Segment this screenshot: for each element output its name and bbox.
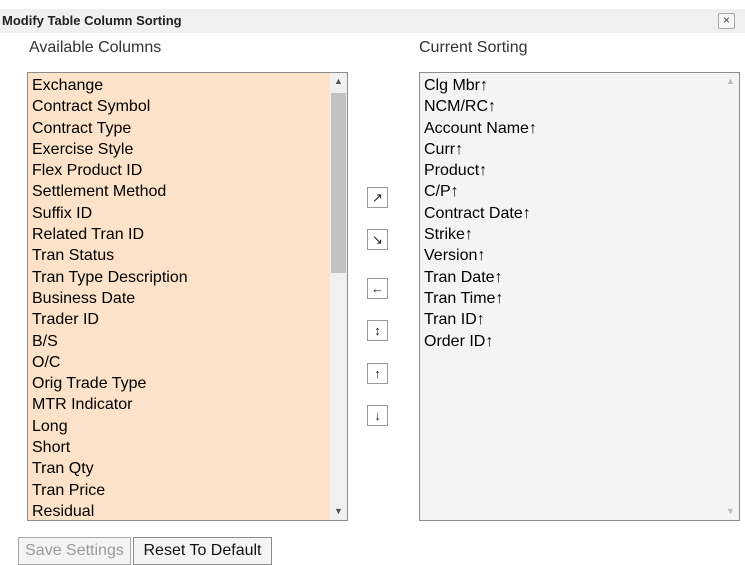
list-item[interactable]: Tran Date↑ xyxy=(424,267,537,288)
move-up-icon: ↑ xyxy=(374,366,381,381)
move-down-right-button[interactable]: ↘ xyxy=(367,229,388,250)
move-left-icon: ← xyxy=(371,281,384,296)
close-button[interactable]: × xyxy=(718,13,735,29)
move-up-right-icon: ↗ xyxy=(372,190,383,205)
scroll-up-icon[interactable]: ▲ xyxy=(722,73,739,90)
list-item[interactable]: Contract Type xyxy=(32,118,188,139)
list-item[interactable]: Product↑ xyxy=(424,160,537,181)
reset-to-default-button[interactable]: Reset To Default xyxy=(133,537,272,565)
current-sorting-list[interactable]: Clg Mbr↑ NCM/RC↑ Account Name↑ Curr↑ Product… xyxy=(419,72,740,521)
list-item[interactable]: Orig Trade Type xyxy=(32,373,188,394)
list-item[interactable]: Tran Time↑ xyxy=(424,288,537,309)
move-up-button[interactable]: ↑ xyxy=(367,363,388,384)
available-scrollbar[interactable]: ▲ ▼ xyxy=(330,73,347,520)
dialog-title: Modify Table Column Sorting xyxy=(2,13,182,28)
list-item[interactable]: B/S xyxy=(32,331,188,352)
toggle-direction-icon: ↕ xyxy=(374,323,381,338)
save-settings-button[interactable]: Save Settings xyxy=(18,537,131,565)
move-down-right-icon: ↘ xyxy=(372,232,383,247)
move-up-right-button[interactable]: ↗ xyxy=(367,187,388,208)
scroll-up-icon[interactable]: ▲ xyxy=(330,73,347,90)
scroll-thumb[interactable] xyxy=(331,93,346,273)
list-item[interactable]: Contract Symbol xyxy=(32,96,188,117)
list-item[interactable]: Settlement Method xyxy=(32,181,188,202)
available-columns-label: Available Columns xyxy=(29,39,162,56)
list-item[interactable]: Business Date xyxy=(32,288,188,309)
move-down-icon: ↓ xyxy=(374,408,381,423)
list-item[interactable]: Exercise Style xyxy=(32,139,188,160)
list-item[interactable]: Order ID↑ xyxy=(424,331,537,352)
list-item[interactable]: Short xyxy=(32,437,188,458)
list-item[interactable]: Clg Mbr↑ xyxy=(424,75,537,96)
list-item[interactable]: C/P↑ xyxy=(424,181,537,202)
list-item[interactable]: Flex Product ID xyxy=(32,160,188,181)
list-item[interactable]: NCM/RC↑ xyxy=(424,96,537,117)
list-item[interactable]: Suffix ID xyxy=(32,203,188,224)
available-items: Exchange Contract Symbol Contract Type Exer… xyxy=(32,75,188,520)
available-columns-list[interactable]: Exchange Contract Symbol Contract Type Exer… xyxy=(27,72,348,521)
list-item[interactable]: Version↑ xyxy=(424,245,537,266)
current-sorting-label: Current Sorting xyxy=(419,39,528,56)
list-item[interactable]: Account Name↑ xyxy=(424,118,537,139)
list-item[interactable]: O/C xyxy=(32,352,188,373)
modify-sorting-dialog: Modify Table Column Sorting × Available … xyxy=(0,0,745,565)
close-icon: × xyxy=(722,13,730,27)
list-item[interactable]: Strike↑ xyxy=(424,224,537,245)
move-left-button[interactable]: ← xyxy=(367,278,388,299)
list-item[interactable]: Tran Qty xyxy=(32,458,188,479)
list-item[interactable]: MTR Indicator xyxy=(32,394,188,415)
list-item[interactable]: Tran Type Description xyxy=(32,267,188,288)
move-down-button[interactable]: ↓ xyxy=(367,405,388,426)
current-items: Clg Mbr↑ NCM/RC↑ Account Name↑ Curr↑ Product… xyxy=(424,75,537,352)
list-item[interactable]: Curr↑ xyxy=(424,139,537,160)
list-item[interactable]: Tran ID↑ xyxy=(424,309,537,330)
scroll-down-icon[interactable]: ▼ xyxy=(330,503,347,520)
title-bar: Modify Table Column Sorting × xyxy=(0,9,745,33)
list-item[interactable]: Exchange xyxy=(32,75,188,96)
list-item[interactable]: Tran Price xyxy=(32,480,188,501)
toggle-direction-button[interactable]: ↕ xyxy=(367,320,388,341)
current-scrollbar[interactable]: ▲ ▼ xyxy=(722,73,739,520)
list-item[interactable]: Residual xyxy=(32,501,188,520)
list-item[interactable]: Trader ID xyxy=(32,309,188,330)
list-item[interactable]: Long xyxy=(32,416,188,437)
list-item[interactable]: Tran Status xyxy=(32,245,188,266)
scroll-down-icon[interactable]: ▼ xyxy=(722,503,739,520)
list-item[interactable]: Related Tran ID xyxy=(32,224,188,245)
list-item[interactable]: Contract Date↑ xyxy=(424,203,537,224)
